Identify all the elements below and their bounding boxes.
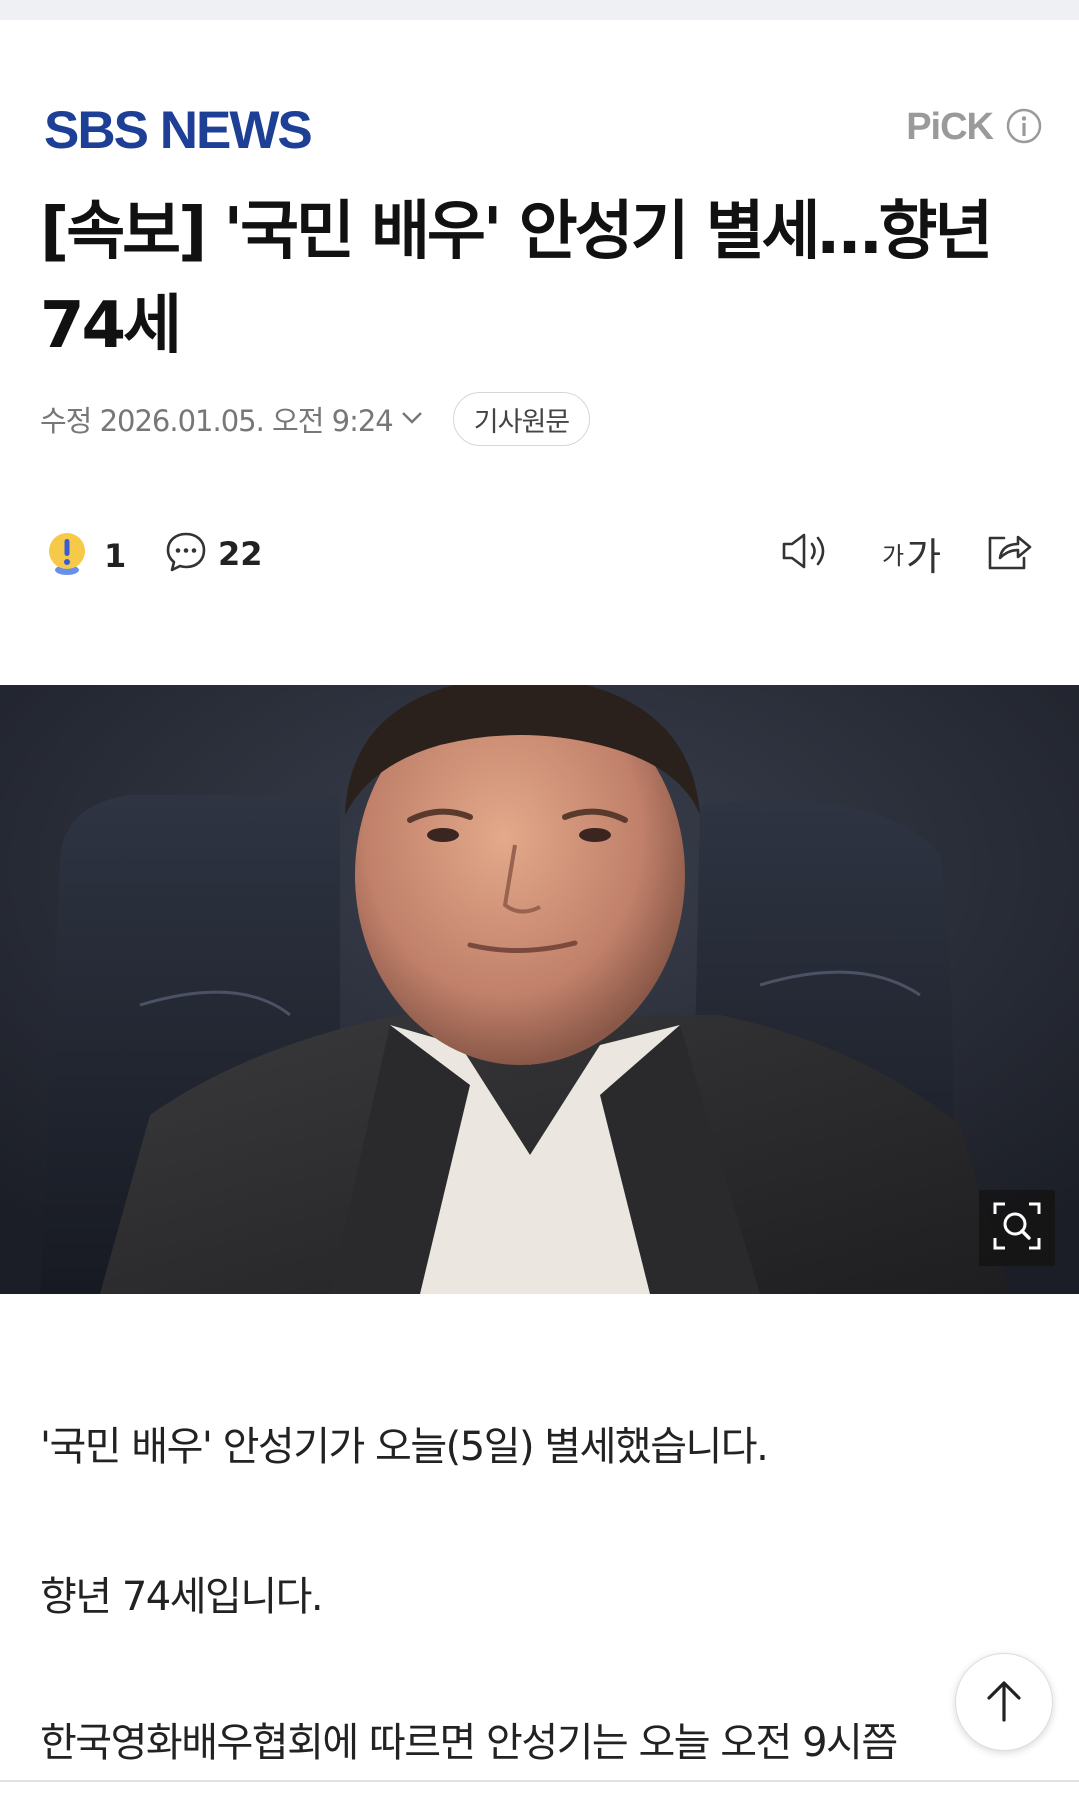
chevron-down-icon[interactable] [393, 404, 425, 434]
comment-count: 22 [218, 535, 263, 573]
zoom-search-icon [991, 1200, 1043, 1256]
article-paragraph: 향년 74세입니다. [40, 1574, 324, 1620]
article-paragraph: 한국영화배우협회에 따르면 안성기는 오늘 오전 9시쯤 [40, 1720, 898, 1766]
bottom-divider [0, 1780, 1079, 1782]
article-photo[interactable] [0, 685, 1079, 1294]
text-to-speech-button[interactable] [780, 528, 834, 578]
speaker-icon [780, 529, 834, 577]
reaction-button[interactable]: 1 [46, 530, 126, 582]
share-icon [984, 528, 1034, 578]
font-size-small-label: 가 [882, 541, 905, 570]
pick-label: PiCK [906, 106, 994, 148]
pick-badge[interactable]: PiCK [906, 106, 1043, 149]
article-actions-bar: 1 22 가 가 [40, 520, 1039, 586]
share-button[interactable] [984, 528, 1034, 578]
photo-zoom-button[interactable] [979, 1190, 1055, 1266]
article-paragraph: '국민 배우' 안성기가 오늘(5일) 별세했습니다. [40, 1424, 769, 1470]
scroll-to-top-button[interactable] [955, 1653, 1053, 1751]
comment-bubble-icon [164, 530, 208, 578]
article-meta: 수정 2026.01.05. 오전 9:24 기사원문 [40, 392, 591, 446]
arrow-up-icon [983, 1676, 1025, 1728]
font-size-button[interactable]: 가 가 [882, 528, 942, 579]
comment-button[interactable]: 22 [164, 530, 263, 578]
article-timestamp[interactable]: 수정 2026.01.05. 오전 9:24 [40, 398, 394, 440]
article-headline: [속보] '국민 배우' 안성기 별세…향년 74세 [40, 195, 993, 363]
info-icon[interactable] [1005, 107, 1043, 149]
exclamation-reaction-icon [46, 530, 88, 582]
article-header: SBS NEWS PiCK [0, 20, 1079, 170]
original-article-button[interactable]: 기사원문 [452, 392, 591, 446]
reaction-count: 1 [104, 537, 127, 575]
sbs-news-logo[interactable]: SBS NEWS [44, 104, 313, 157]
top-strip [0, 0, 1079, 20]
font-size-big-label: 가 [906, 534, 942, 579]
